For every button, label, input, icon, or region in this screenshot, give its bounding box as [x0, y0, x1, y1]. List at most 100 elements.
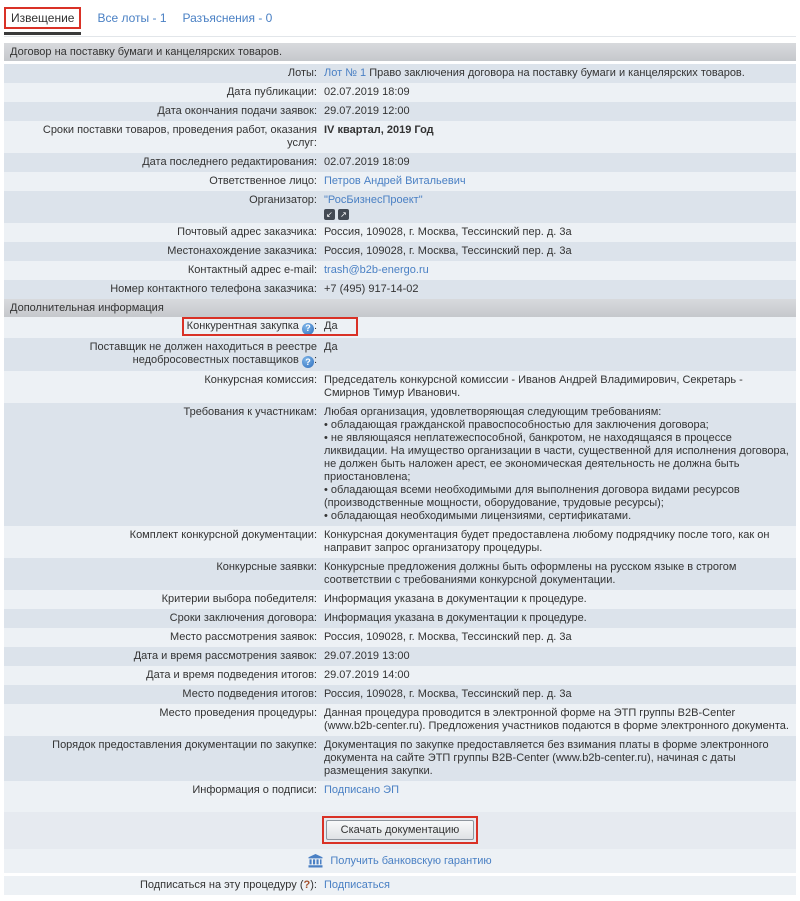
row-last-edit: Дата последнего редактирования: 02.07.20…: [4, 153, 796, 172]
lot-1-link[interactable]: Лот № 1: [324, 67, 366, 79]
row-label: Сроки поставки товаров, проведения работ…: [4, 121, 322, 153]
row-docs-provision-order: Порядок предоставления документации по з…: [4, 736, 796, 781]
requirement-item: обладающая гражданской правоспособностью…: [324, 419, 790, 432]
email-link[interactable]: trash@b2b-energo.ru: [324, 264, 429, 276]
row-publication-date: Дата публикации: 02.07.2019 18:09: [4, 83, 796, 102]
row-value: Документация по закупке предоставляется …: [322, 736, 796, 781]
requirement-item: обладающая необходимыми лицензиями, серт…: [324, 510, 790, 523]
row-review-place: Место рассмотрения заявок: Россия, 10902…: [4, 628, 796, 647]
row-value: Лот № 1 Право заключения договора на пос…: [322, 64, 796, 83]
row-label: Дата последнего редактирования:: [4, 153, 322, 172]
help-icon[interactable]: ?: [302, 323, 314, 335]
row-value: Данная процедура проводится в электронно…: [322, 704, 796, 736]
row-value: Председатель конкурсной комиссии - Ивано…: [322, 371, 796, 403]
signed-ep-link[interactable]: Подписано ЭП: [324, 784, 399, 796]
procurement-notice-page: Извещение Все лоты - 1 Разъяснения - 0 Д…: [0, 0, 800, 901]
row-procedure-place: Место проведения процедуры: Данная проце…: [4, 704, 796, 736]
tab-bar: Извещение Все лоты - 1 Разъяснения - 0: [4, 4, 796, 37]
row-value: Конкурсные предложения должны быть оформ…: [322, 558, 796, 590]
row-value: Россия, 109028, г. Москва, Тессинский пе…: [322, 685, 796, 704]
row-commission: Конкурсная комиссия: Председатель конкур…: [4, 371, 796, 403]
row-label: Подписаться на эту процедуру (?):: [4, 876, 322, 895]
row-label: Ответственное лицо:: [4, 172, 322, 191]
row-documentation-kit: Комплект конкурсной документации: Конкур…: [4, 526, 796, 558]
subscribe-help[interactable]: ?: [304, 879, 311, 891]
row-label: Место рассмотрения заявок:: [4, 628, 322, 647]
row-label: Место проведения процедуры:: [4, 704, 322, 736]
row-value: +7 (495) 917-14-02: [322, 280, 796, 299]
row-value: Россия, 109028, г. Москва, Тессинский пе…: [322, 242, 796, 261]
section-title: Дополнительная информация: [10, 302, 164, 314]
help-icon[interactable]: ?: [302, 356, 314, 368]
row-value: Информация указана в документации к проц…: [322, 609, 796, 628]
row-subscribe: Подписаться на эту процедуру (?): Подпис…: [4, 876, 796, 895]
subscribe-link[interactable]: Подписаться: [324, 879, 390, 891]
row-lots: Лоты: Лот № 1 Право заключения договора …: [4, 64, 796, 83]
row-contract-terms: Сроки заключения договора: Информация ук…: [4, 609, 796, 628]
row-value: Да: [322, 338, 796, 372]
row-organizer: Организатор: "РосБизнесПроект" ↙ ↗: [4, 191, 796, 223]
row-value: Россия, 109028, г. Москва, Тессинский пе…: [322, 223, 796, 242]
section-additional-info: Дополнительная информация: [4, 299, 796, 317]
requirement-item: обладающая всеми необходимыми для выполн…: [324, 484, 790, 510]
tab-notice-label: Извещение: [11, 11, 74, 25]
bank-icon: [308, 854, 323, 868]
row-supplier-register: Поставщик не должен находиться в реестре…: [4, 338, 796, 372]
arrow-down-left-icon[interactable]: ↙: [324, 209, 335, 220]
row-label: Контактный адрес e-mail:: [4, 261, 322, 280]
row-label: Комплект конкурсной документации:: [4, 526, 322, 558]
row-value: 02.07.2019 18:09: [322, 83, 796, 102]
lot-1-text: Право заключения договора на поставку бу…: [369, 67, 745, 79]
row-label: Организатор:: [4, 191, 322, 223]
row-value: Да: [322, 317, 796, 338]
tab-clarifications[interactable]: Разъяснения - 0: [183, 11, 273, 25]
row-value: Информация указана в документации к проц…: [322, 590, 796, 609]
requirements-intro: Любая организация, удовлетворяющая следу…: [324, 406, 790, 419]
row-label: Дата и время рассмотрения заявок:: [4, 647, 322, 666]
bank-guarantee-link[interactable]: Получить банковскую гарантию: [330, 855, 491, 867]
row-label: Критерии выбора победителя:: [4, 590, 322, 609]
organizer-actions: ↙ ↗: [324, 209, 790, 220]
row-label: Лоты:: [4, 64, 322, 83]
row-customer-location: Местонахождение заказчика: Россия, 10902…: [4, 242, 796, 261]
row-label: Дата и время подведения итогов:: [4, 666, 322, 685]
arrow-up-right-icon[interactable]: ↗: [338, 209, 349, 220]
requirement-item: не являющаяся неплатежеспособной, банкро…: [324, 432, 790, 484]
row-label: Конкурсная комиссия:: [4, 371, 322, 403]
row-value: Конкурсная документация будет предоставл…: [322, 526, 796, 558]
procedure-title-bar: Договор на поставку бумаги и канцелярски…: [4, 43, 796, 61]
row-label: Порядок предоставления документации по з…: [4, 736, 322, 781]
row-tender-bids: Конкурсные заявки: Конкурсные предложени…: [4, 558, 796, 590]
row-results-place: Место подведения итогов: Россия, 109028,…: [4, 685, 796, 704]
row-label: Местонахождение заказчика:: [4, 242, 322, 261]
row-signature-info: Информация о подписи: Подписано ЭП: [4, 781, 796, 812]
row-value: 29.07.2019 14:00: [322, 666, 796, 685]
row-contact-phone: Номер контактного телефона заказчика: +7…: [4, 280, 796, 299]
row-label: Сроки заключения договора:: [4, 609, 322, 628]
organizer-link[interactable]: "РосБизнесПроект": [324, 194, 423, 206]
row-label: Требования к участникам:: [4, 403, 322, 526]
row-label: Номер контактного телефона заказчика:: [4, 280, 322, 299]
row-label: Место подведения итогов:: [4, 685, 322, 704]
row-label: Конкурсные заявки:: [4, 558, 322, 590]
tab-notice[interactable]: Извещение: [4, 7, 81, 29]
row-results-datetime: Дата и время подведения итогов: 29.07.20…: [4, 666, 796, 685]
row-label: Почтовый адрес заказчика:: [4, 223, 322, 242]
download-button-row: Скачать документацию: [4, 812, 796, 849]
row-review-datetime: Дата и время рассмотрения заявок: 29.07.…: [4, 647, 796, 666]
download-documentation-button[interactable]: Скачать документацию: [326, 820, 475, 840]
row-delivery-terms: Сроки поставки товаров, проведения работ…: [4, 121, 796, 153]
row-responsible-person: Ответственное лицо: Петров Андрей Виталь…: [4, 172, 796, 191]
row-value: 02.07.2019 18:09: [322, 153, 796, 172]
row-participant-requirements: Требования к участникам: Любая организац…: [4, 403, 796, 526]
row-value: Россия, 109028, г. Москва, Тессинский пе…: [322, 628, 796, 647]
row-postal-address: Почтовый адрес заказчика: Россия, 109028…: [4, 223, 796, 242]
procedure-title: Договор на поставку бумаги и канцелярски…: [10, 46, 282, 58]
row-value: 29.07.2019 13:00: [322, 647, 796, 666]
tab-all-lots[interactable]: Все лоты - 1: [97, 11, 166, 25]
row-label: Информация о подписи:: [4, 781, 322, 800]
row-label: Дата окончания подачи заявок:: [4, 102, 322, 121]
bank-guarantee-row: Получить банковскую гарантию: [4, 849, 796, 873]
annotation-box: Скачать документацию: [322, 816, 479, 844]
responsible-person-link[interactable]: Петров Андрей Витальевич: [324, 175, 466, 187]
